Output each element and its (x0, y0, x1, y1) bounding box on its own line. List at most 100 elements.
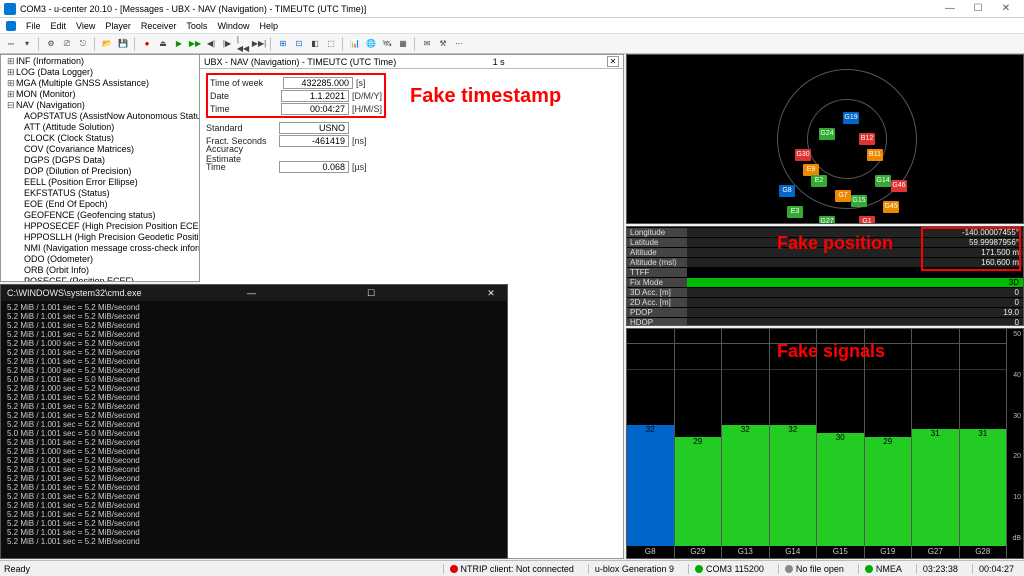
menu-help[interactable]: Help (259, 21, 278, 31)
play-icon[interactable]: ▶ (172, 37, 186, 51)
cmd-close-icon[interactable]: ✕ (481, 289, 501, 298)
satellite-marker[interactable]: G14 (875, 175, 891, 187)
menu-tools[interactable]: Tools (186, 21, 207, 31)
tree-node[interactable]: ⊞MON (Monitor) (1, 89, 199, 100)
generation-status: u-blox Generation 9 (588, 564, 680, 574)
tree-node[interactable]: GEOFENCE (Geofencing status) (1, 210, 199, 221)
satellite-marker[interactable]: G8 (779, 185, 795, 197)
message-tree[interactable]: ⊞INF (Information)⊞LOG (Data Logger)⊞MGA… (0, 54, 200, 282)
view-icon[interactable]: ⊡ (292, 37, 306, 51)
tree-node[interactable]: DOP (Dilution of Precision) (1, 166, 199, 177)
cmd-title-bar[interactable]: C:\WINDOWS\system32\cmd.exe — ☐ ✕ (1, 285, 507, 301)
tool-icon[interactable]: ⎋ (76, 37, 90, 51)
tree-node[interactable]: NMI (Navigation message cross-check info… (1, 243, 199, 254)
globe-icon[interactable]: 🌐 (364, 37, 378, 51)
tree-node[interactable]: HPPOSLLH (High Precision Geodetic Positi… (1, 232, 199, 243)
satellite-marker[interactable]: G24 (819, 128, 835, 140)
position-row: 3D Acc. [m]0 (627, 287, 1023, 297)
msg-icon[interactable]: ✉ (420, 37, 434, 51)
maximize-button[interactable]: ☐ (964, 3, 992, 14)
menu-edit[interactable]: Edit (51, 21, 67, 31)
property-row: Time0.068[µs] (206, 160, 617, 173)
signal-bar[interactable]: 32G14 (770, 329, 818, 558)
property-row: Date1.1.2021[D/M/Y] (210, 89, 382, 102)
tree-node[interactable]: EKFSTATUS (Status) (1, 188, 199, 199)
table-icon[interactable]: ▦ (396, 37, 410, 51)
fast-forward-icon[interactable]: ▶▶ (188, 37, 202, 51)
satellite-marker[interactable]: B12 (859, 133, 875, 145)
satellite-marker[interactable]: B11 (867, 149, 883, 161)
menu-window[interactable]: Window (217, 21, 249, 31)
menu-view[interactable]: View (76, 21, 95, 31)
eject-icon[interactable]: ⏏ (156, 37, 170, 51)
signal-panel[interactable]: 32G829G2932G1332G1430G1529G1931G2731G28 … (626, 328, 1024, 559)
tree-node[interactable]: ⊞LOG (Data Logger) (1, 67, 199, 78)
step-fwd-icon[interactable]: |▶ (220, 37, 234, 51)
cmd-window[interactable]: C:\WINDOWS\system32\cmd.exe — ☐ ✕ 5.2 Mi… (0, 284, 508, 559)
tree-node[interactable]: COV (Covariance Matrices) (1, 144, 199, 155)
tree-node[interactable]: ATT (Attitude Solution) (1, 122, 199, 133)
signal-bar[interactable]: 32G8 (627, 329, 675, 558)
save-icon[interactable]: 💾 (116, 37, 130, 51)
separator (38, 37, 40, 51)
tree-node[interactable]: EOE (End Of Epoch) (1, 199, 199, 210)
skip-start-icon[interactable]: |◀◀ (236, 37, 250, 51)
record-icon[interactable]: ● (140, 37, 154, 51)
cfg-icon[interactable]: ⚒ (436, 37, 450, 51)
tree-node[interactable]: POSECEF (Position ECEF) (1, 276, 199, 282)
skip-end-icon[interactable]: ▶▶| (252, 37, 266, 51)
fake-position-box (921, 227, 1021, 271)
signal-bar[interactable]: 32G13 (722, 329, 770, 558)
tool-icon[interactable]: ⚙ (44, 37, 58, 51)
tree-node[interactable]: ODO (Odometer) (1, 254, 199, 265)
satellite-marker[interactable]: E2 (811, 175, 827, 187)
satellite-marker[interactable]: G27 (819, 216, 835, 224)
sat-icon[interactable]: 🛰 (380, 37, 394, 51)
tree-node[interactable]: ⊞MGA (Multiple GNSS Assistance) (1, 78, 199, 89)
step-back-icon[interactable]: ◀| (204, 37, 218, 51)
signal-bar[interactable]: 29G19 (865, 329, 913, 558)
satellite-marker[interactable]: G30 (795, 149, 811, 161)
view-icon[interactable]: ⊞ (276, 37, 290, 51)
open-icon[interactable]: 📂 (100, 37, 114, 51)
signal-bar[interactable]: 31G27 (912, 329, 960, 558)
tree-node[interactable]: ORB (Orbit Info) (1, 265, 199, 276)
tree-node[interactable]: EELL (Position Error Ellipse) (1, 177, 199, 188)
satellite-marker[interactable]: G19 (843, 112, 859, 124)
cmd-maximize-icon[interactable]: ☐ (361, 289, 381, 298)
menu-receiver[interactable]: Receiver (141, 21, 177, 31)
chart-icon[interactable]: 📊 (348, 37, 362, 51)
view-icon[interactable]: ⬚ (324, 37, 338, 51)
panel-close-icon[interactable]: ✕ (607, 56, 619, 67)
status-dot-icon (450, 565, 458, 573)
tree-node[interactable]: DGPS (DGPS Data) (1, 155, 199, 166)
satellite-marker[interactable]: G7 (835, 190, 851, 202)
satellite-marker[interactable]: E3 (787, 206, 803, 218)
tree-node[interactable]: ⊟NAV (Navigation) (1, 100, 199, 111)
tree-node[interactable]: AOPSTATUS (AssistNow Autonomous Status) (1, 111, 199, 122)
satellite-marker[interactable]: G45 (883, 201, 899, 213)
menu-player[interactable]: Player (105, 21, 131, 31)
signal-bar[interactable]: 30G15 (817, 329, 865, 558)
tool-icon[interactable]: ⎚ (60, 37, 74, 51)
signal-bar[interactable]: 31G28 (960, 329, 1008, 558)
more-icon[interactable]: ⋯ (452, 37, 466, 51)
satellite-marker[interactable]: G46 (891, 180, 907, 192)
dropdown-icon[interactable]: ▾ (20, 37, 34, 51)
menu-file[interactable]: File (26, 21, 41, 31)
property-row: Time of week432285.000[s] (210, 76, 382, 89)
utc-time-status: 03:23:38 (916, 564, 964, 574)
tree-node[interactable]: ⊞INF (Information) (1, 56, 199, 67)
tree-node[interactable]: CLOCK (Clock Status) (1, 133, 199, 144)
satellite-marker[interactable]: G15 (851, 195, 867, 207)
timestamp-box: Time of week432285.000[s]Date1.1.2021[D/… (206, 73, 386, 118)
close-button[interactable]: ✕ (992, 3, 1020, 14)
tree-node[interactable]: HPPOSECEF (High Precision Position ECEF) (1, 221, 199, 232)
cmd-minimize-icon[interactable]: — (241, 289, 261, 298)
view-icon[interactable]: ◧ (308, 37, 322, 51)
sky-plot-panel[interactable]: G8G30E9G24E2G7B12B11G14G15G27G1G45G46G19… (626, 54, 1024, 224)
satellite-marker[interactable]: G1 (859, 216, 875, 224)
minimize-button[interactable]: — (936, 3, 964, 14)
signal-bar[interactable]: 29G29 (675, 329, 723, 558)
connect-icon[interactable]: ⎓ (4, 37, 18, 51)
